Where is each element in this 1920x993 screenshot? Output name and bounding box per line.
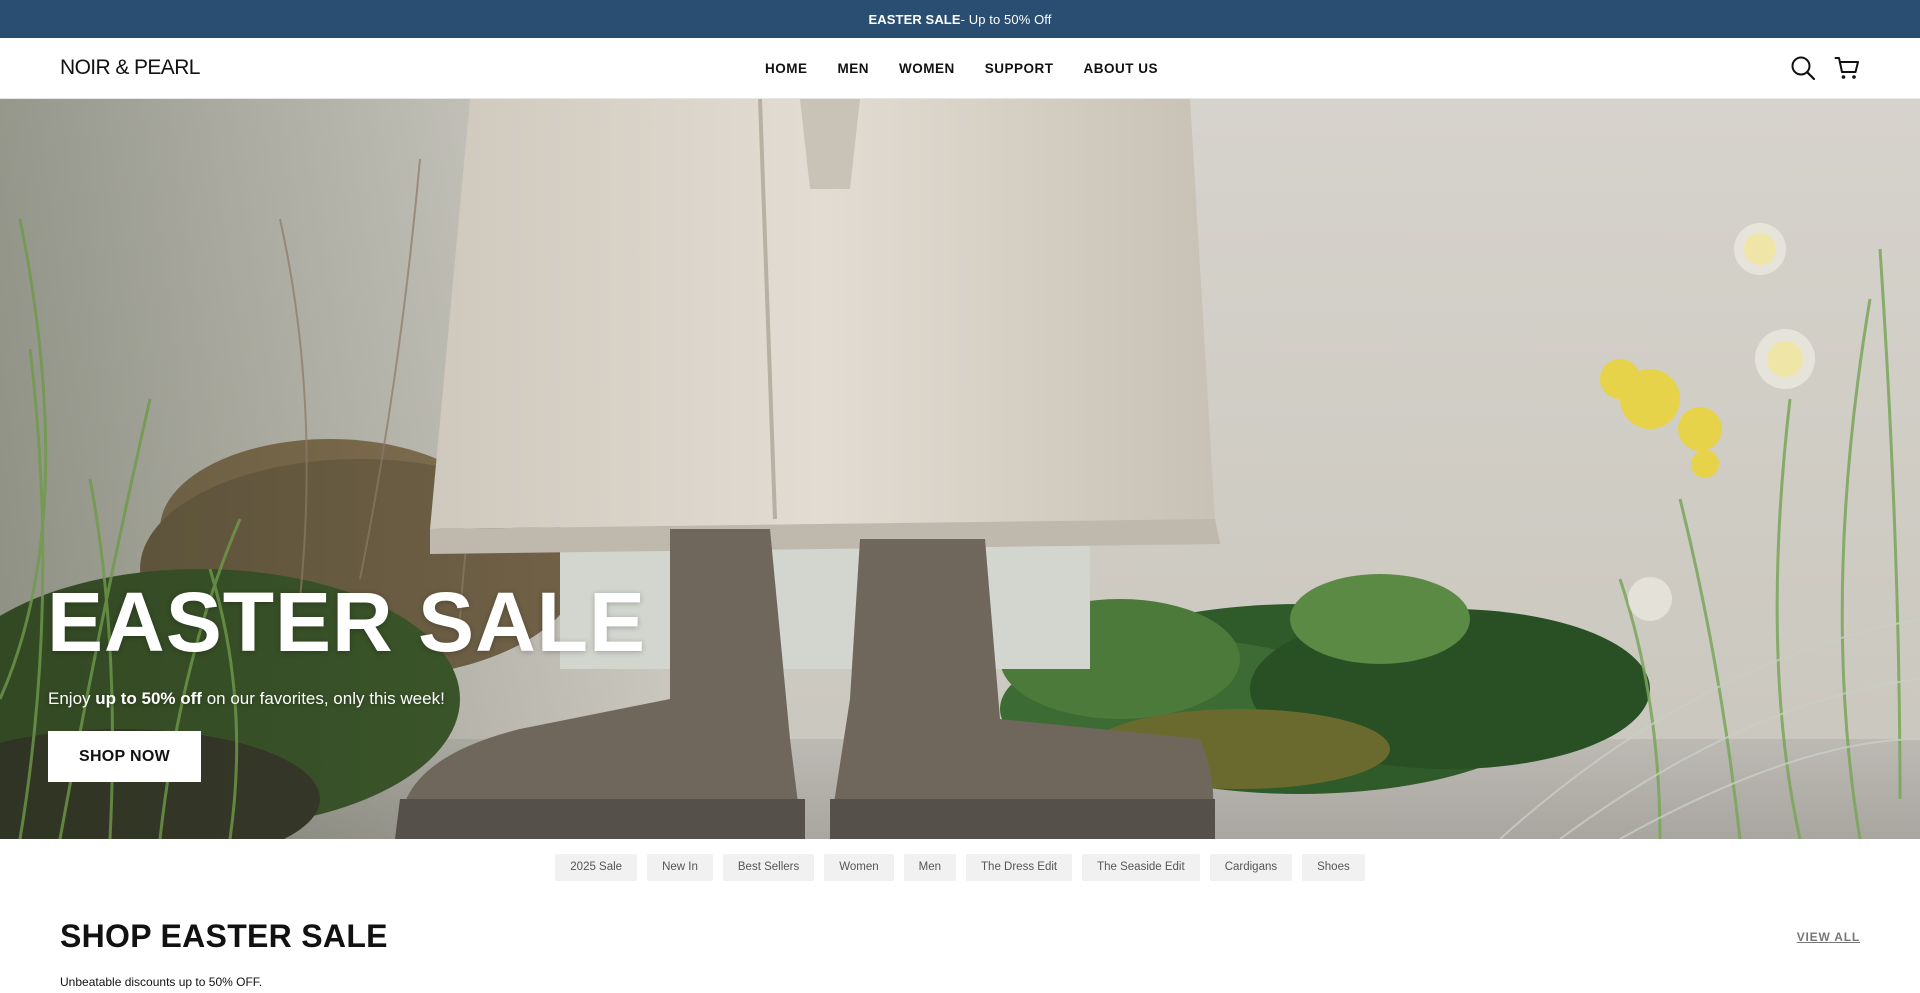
nav-men[interactable]: MEN — [837, 61, 869, 76]
shop-now-button[interactable]: SHOP NOW — [48, 731, 201, 782]
announcement-bar: EASTER SALE - Up to 50% Off — [0, 0, 1920, 38]
nav-about-us[interactable]: ABOUT US — [1084, 61, 1159, 76]
chip-shoes[interactable]: Shoes — [1302, 854, 1365, 881]
section-title: SHOP EASTER SALE — [60, 918, 388, 954]
chip-the-dress-edit[interactable]: The Dress Edit — [966, 854, 1073, 881]
hero-subtitle-bold: up to 50% off — [95, 689, 202, 708]
hero-image — [0, 99, 1920, 839]
chip-2025-sale[interactable]: 2025 Sale — [555, 854, 638, 881]
hero-banner: EASTER SALE Enjoy up to 50% off on our f… — [0, 99, 1920, 839]
header-icons — [1790, 55, 1860, 81]
chip-best-sellers[interactable]: Best Sellers — [722, 854, 815, 881]
hero-subtitle-post: on our favorites, only this week! — [201, 689, 445, 708]
announcement-text: - Up to 50% Off — [960, 11, 1052, 27]
nav-support[interactable]: SUPPORT — [985, 61, 1054, 76]
nav-home[interactable]: HOME — [765, 61, 808, 76]
hero-title: EASTER SALE — [47, 575, 647, 669]
hero-subtitle: Enjoy up to 50% off on our favorites, on… — [48, 689, 445, 709]
search-icon[interactable] — [1790, 55, 1816, 81]
hero-subtitle-pre: Enjoy — [48, 689, 96, 708]
site-header: NOIR & PEARL HOME MEN WOMEN SUPPORT ABOU… — [0, 38, 1920, 99]
section-subtitle: Unbeatable discounts up to 50% OFF. — [60, 975, 263, 989]
category-chips: 2025 Sale New In Best Sellers Women Men … — [0, 854, 1920, 881]
nav-women[interactable]: WOMEN — [899, 61, 955, 76]
view-all-link[interactable]: VIEW ALL — [1797, 930, 1860, 944]
chip-women[interactable]: Women — [824, 854, 894, 881]
chip-new-in[interactable]: New In — [647, 854, 713, 881]
announcement-bold: EASTER SALE — [868, 11, 961, 27]
cart-icon[interactable] — [1834, 55, 1860, 81]
chip-cardigans[interactable]: Cardigans — [1209, 854, 1293, 881]
chip-men[interactable]: Men — [903, 854, 957, 881]
chip-the-seaside-edit[interactable]: The Seaside Edit — [1082, 854, 1200, 881]
main-nav: HOME MEN WOMEN SUPPORT ABOUT US — [0, 38, 1920, 99]
